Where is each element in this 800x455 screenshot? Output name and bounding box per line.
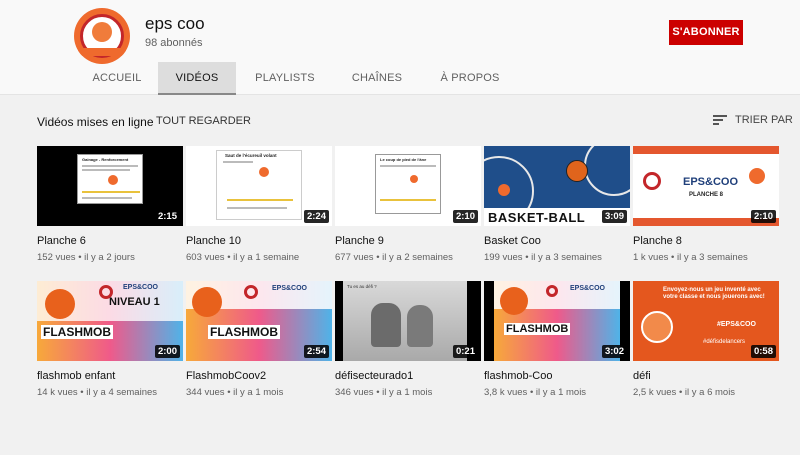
thumbnail-text: Gainage - Renforcement [82, 157, 129, 162]
channel-tabs: ACCUEIL VIDÉOS PLAYLISTS CHAÎNES À PROPO… [76, 62, 520, 95]
video-meta: 3,8 k vues • il y a 1 mois [484, 387, 587, 398]
tab-accueil[interactable]: ACCUEIL [76, 62, 158, 95]
video-thumbnail[interactable]: Saut de l'écureuil volant 2:24 [186, 146, 332, 226]
thumbnail-text: Le coup de pied de l'âne [380, 157, 427, 162]
video-card[interactable]: EPS&COO FLASHMOB 2:54 FlashmobCoov2 344 … [186, 281, 332, 406]
thumbnail-slide: Le coup de pied de l'âne [375, 154, 441, 214]
video-thumbnail[interactable]: Gainage - Renforcement 2:15 [37, 146, 183, 226]
thumbnail-level: NIVEAU 1 [109, 296, 160, 308]
channel-avatar[interactable] [74, 8, 130, 64]
tab-playlists[interactable]: PLAYLISTS [236, 62, 334, 95]
thumbnail-brand: EPS&COO [570, 285, 606, 292]
video-title[interactable]: FlashmobCoov2 [186, 370, 266, 382]
video-meta: 603 vues • il y a 1 semaine [186, 252, 300, 263]
channel-header: eps coo 98 abonnés S'ABONNER ACCUEIL VID… [0, 0, 800, 95]
video-duration: 0:58 [750, 345, 776, 358]
video-meta: 199 vues • il y a 3 semaines [484, 252, 602, 263]
video-duration: 2:00 [154, 345, 180, 358]
thumbnail-brand: EPS&COO [123, 284, 159, 291]
video-card[interactable]: BASKET-BALL 3:09 Basket Coo 199 vues • i… [484, 146, 630, 271]
thumbnail-text: FLASHMOB [504, 323, 571, 335]
video-duration: 2:24 [303, 210, 329, 223]
video-title[interactable]: Planche 9 [335, 235, 384, 247]
video-title[interactable]: Planche 10 [186, 235, 241, 247]
subscriber-count: 98 abonnés [145, 37, 203, 49]
thumbnail-text: FLASHMOB [41, 325, 113, 339]
thumbnail-text: FLASHMOB [208, 325, 280, 339]
video-card[interactable]: Tu es au défi ? 0:21 défisecteurado1 346… [335, 281, 481, 406]
sort-button[interactable]: TRIER PAR [713, 114, 793, 126]
subscribe-button[interactable]: S'ABONNER [669, 20, 743, 45]
video-thumbnail[interactable]: Le coup de pied de l'âne 2:10 [335, 146, 481, 226]
video-title[interactable]: défisecteurado1 [335, 370, 413, 382]
video-meta: 344 vues • il y a 1 mois [186, 387, 284, 398]
thumbnail-brand: EPS&COO [272, 285, 308, 292]
video-title[interactable]: flashmob-Coo [484, 370, 552, 382]
video-meta: 2,5 k vues • il y a 6 mois [633, 387, 736, 398]
video-meta: 677 vues • il y a 2 semaines [335, 252, 453, 263]
video-title[interactable]: défi [633, 370, 651, 382]
video-thumbnail[interactable]: Envoyez-nous un jeu inventé avec votre c… [633, 281, 779, 361]
video-duration: 3:09 [601, 210, 627, 223]
video-card[interactable]: EPS&COO PLANCHE 8 2:10 Planche 8 1 k vue… [633, 146, 779, 271]
video-card[interactable]: EPS&COO FLASHMOB 3:02 flashmob-Coo 3,8 k… [484, 281, 630, 406]
thumbnail-text: BASKET-BALL [488, 210, 586, 225]
thumbnail-text: Envoyez-nous un jeu inventé avec votre c… [663, 287, 765, 300]
avatar-banner [78, 48, 126, 56]
video-title[interactable]: Basket Coo [484, 235, 541, 247]
avatar-mascot [92, 22, 112, 42]
section-title: Vidéos mises en ligne [37, 115, 154, 129]
sort-label: TRIER PAR [735, 114, 793, 126]
thumbnail-text: Tu es au défi ? [347, 284, 377, 289]
sort-lines-icon [713, 115, 727, 125]
video-card[interactable]: Le coup de pied de l'âne 2:10 Planche 9 … [335, 146, 481, 271]
tab-chaines[interactable]: CHAÎNES [334, 62, 420, 95]
video-card[interactable]: EPS&COO NIVEAU 1 FLASHMOB 2:00 flashmob … [37, 281, 183, 406]
video-duration: 2:54 [303, 345, 329, 358]
video-thumbnail[interactable]: EPS&COO PLANCHE 8 2:10 [633, 146, 779, 226]
thumbnail-brand: #EPS&COO [717, 321, 756, 328]
video-title[interactable]: Planche 8 [633, 235, 682, 247]
thumbnail-slide: Saut de l'écureuil volant [216, 150, 302, 220]
video-thumbnail[interactable]: EPS&COO FLASHMOB 3:02 [484, 281, 630, 361]
video-title[interactable]: flashmob enfant [37, 370, 115, 382]
video-card[interactable]: Envoyez-nous un jeu inventé avec votre c… [633, 281, 779, 406]
video-thumbnail[interactable]: EPS&COO FLASHMOB 2:54 [186, 281, 332, 361]
thumbnail-tag: #défisdelancers [703, 339, 746, 345]
thumbnail-brand: EPS&COO [683, 176, 739, 188]
channel-name: eps coo [145, 14, 205, 33]
video-card[interactable]: Saut de l'écureuil volant 2:24 Planche 1… [186, 146, 332, 271]
tab-videos[interactable]: VIDÉOS [158, 62, 236, 95]
video-duration: 3:02 [601, 345, 627, 358]
thumbnail-slide: Gainage - Renforcement [77, 154, 143, 204]
video-meta: 1 k vues • il y a 3 semaines [633, 252, 748, 263]
video-duration: 2:10 [750, 210, 776, 223]
video-thumbnail[interactable]: BASKET-BALL 3:09 [484, 146, 630, 226]
video-meta: 14 k vues • il y a 4 semaines [37, 387, 158, 398]
video-title[interactable]: Planche 6 [37, 235, 86, 247]
tab-a-propos[interactable]: À PROPOS [420, 62, 520, 95]
thumbnail-text: Saut de l'écureuil volant [225, 153, 277, 158]
video-thumbnail[interactable]: Tu es au défi ? 0:21 [335, 281, 481, 361]
video-card[interactable]: Gainage - Renforcement 2:15 Planche 6 15… [37, 146, 183, 271]
play-all-button[interactable]: TOUT REGARDER [156, 115, 251, 127]
thumbnail-text: PLANCHE 8 [689, 192, 724, 198]
video-meta: 152 vues • il y a 2 jours [37, 252, 135, 263]
video-thumbnail[interactable]: EPS&COO NIVEAU 1 FLASHMOB 2:00 [37, 281, 183, 361]
video-duration: 0:21 [452, 345, 478, 358]
video-meta: 346 vues • il y a 1 mois [335, 387, 433, 398]
video-duration: 2:15 [154, 210, 180, 223]
video-duration: 2:10 [452, 210, 478, 223]
